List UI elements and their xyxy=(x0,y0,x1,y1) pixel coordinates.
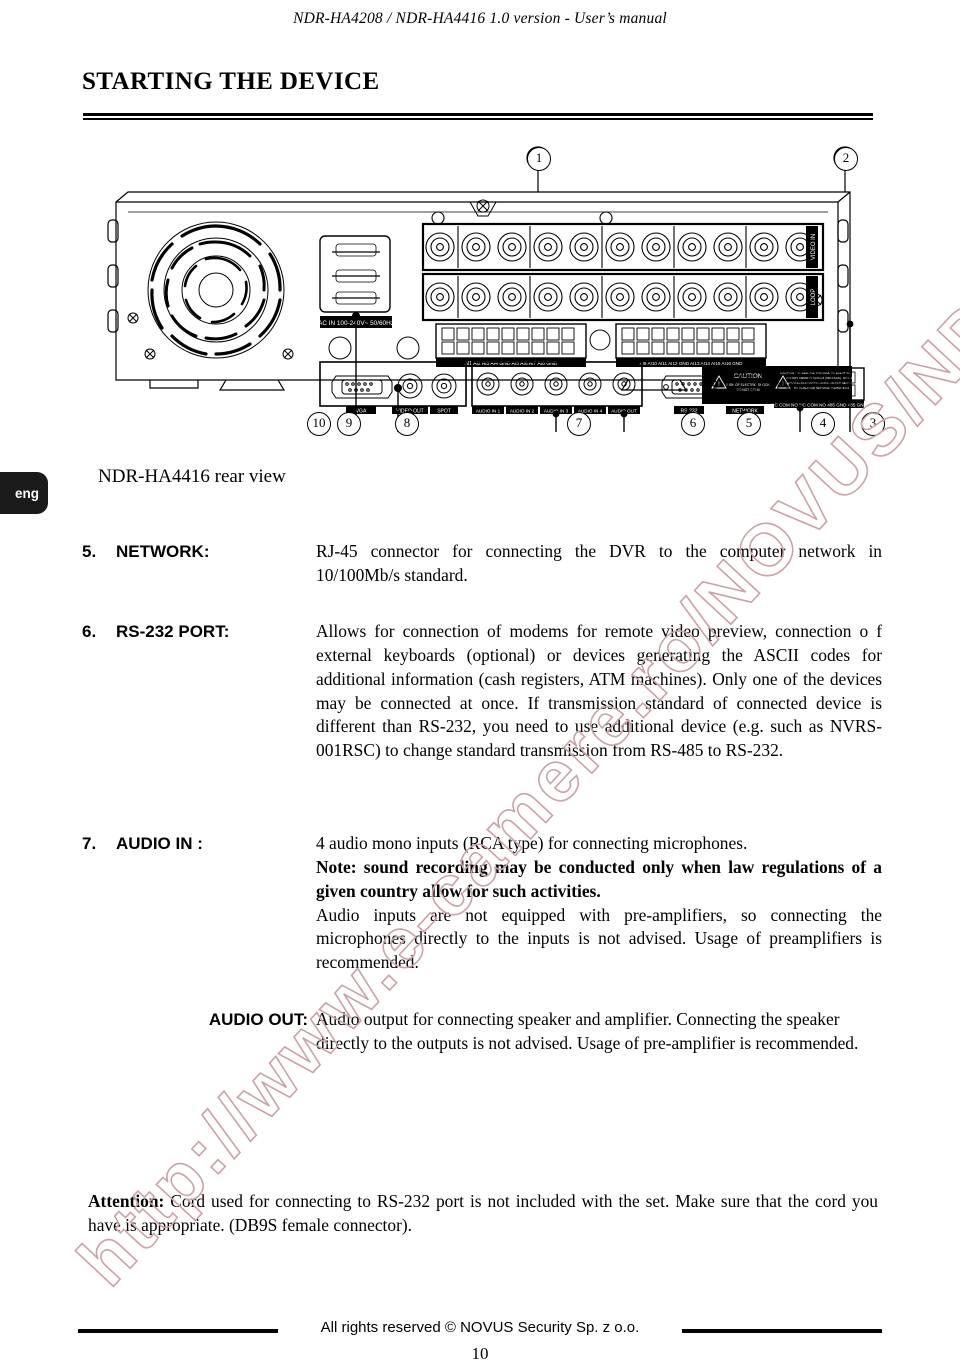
spec-label: AUDIO IN : xyxy=(116,834,203,853)
svg-text:AUDIO IN 2: AUDIO IN 2 xyxy=(510,408,535,413)
running-header: NDR-HA4208 / NDR-HA4416 1.0 version - Us… xyxy=(293,10,667,27)
page-title: STARTING THE DEVICE xyxy=(82,68,380,95)
title-divider xyxy=(83,113,873,120)
spec-paragraph-note: Note: sound recording may be conducted o… xyxy=(316,856,882,901)
spec-paragraph: RJ-45 connector for connecting the DVR t… xyxy=(316,541,882,585)
svg-text:AI9 AI10 AI11 AI12 GND AI13 AI: AI9 AI10 AI11 AI12 GND AI13 AI14 AI15 AI… xyxy=(640,361,744,366)
spec-paragraph: Audio inputs are not equipped with pre-a… xyxy=(316,904,882,973)
spec-label: NETWORK: xyxy=(116,542,210,561)
spec-number: 7. xyxy=(82,834,97,853)
attention-note: Attention: Cord used for connecting to R… xyxy=(88,1190,878,1238)
attention-text: Cord used for connecting to RS-232 port … xyxy=(88,1191,878,1235)
footer-copyright: All rights reserved © NOVUS Security Sp.… xyxy=(320,1319,640,1336)
spec-body: Audio output for connecting speaker and … xyxy=(316,1008,882,1056)
spec-section-audio-out: AUDIO OUT: Audio output for connecting s… xyxy=(82,1008,882,1056)
svg-text:LOOP: LOOP xyxy=(811,289,817,306)
spec-section-audio-in: 7. AUDIO IN : 4 audio mono inputs (RCA t… xyxy=(82,832,882,975)
attention-label: Attention: xyxy=(88,1191,165,1211)
svg-text:RISK OF ELECTRIC SHOCK: RISK OF ELECTRIC SHOCK xyxy=(726,383,770,387)
svg-text:SPOT: SPOT xyxy=(437,408,451,414)
svg-text:AUDIO IN 4: AUDIO IN 4 xyxy=(578,408,603,413)
svg-text:VIDEO IN: VIDEO IN xyxy=(811,234,817,260)
language-tab-eng[interactable]: eng xyxy=(0,472,48,514)
title-rule-thick xyxy=(83,113,873,116)
spec-paragraph: Allows for connection of modems for remo… xyxy=(316,621,882,761)
svg-text:AUDIO IN 1: AUDIO IN 1 xyxy=(476,408,501,413)
spec-body: 4 audio mono inputs (RCA type) for conne… xyxy=(316,832,882,975)
spec-number: 6. xyxy=(82,622,97,641)
spec-number: 5. xyxy=(82,542,97,561)
rear-panel-diagram: AC IN 100-240V~ 50/60Hz VIDEO IN LOOP AI… xyxy=(88,140,878,440)
spec-label: RS-232 PORT: xyxy=(116,622,230,641)
svg-text:NC COM NO NC COM NO 485: NC COM NO NC COM NO 485 GND 485 GND xyxy=(771,402,867,407)
footer-page-number: 10 xyxy=(471,1344,489,1363)
spec-section-rs232: 6. RS-232 PORT: Allows for connection of… xyxy=(82,620,882,763)
spec-label: AUDIO OUT: xyxy=(208,1010,308,1029)
title-rule-thin xyxy=(83,118,873,120)
spec-body: RJ-45 connector for connecting the DVR t… xyxy=(316,540,882,588)
spec-section-network: 5. NETWORK: RJ-45 connector for connecti… xyxy=(82,540,882,588)
svg-text:VGA: VGA xyxy=(356,408,367,414)
spec-body: Allows for connection of modems for remo… xyxy=(316,620,882,763)
spec-paragraph: Audio output for connecting speaker and … xyxy=(316,1009,859,1053)
spec-paragraph: 4 audio mono inputs (RCA type) for conne… xyxy=(316,833,748,853)
diagram-caption: NDR-HA4416 rear view xyxy=(98,466,286,487)
page-footer: All rights reserved © NOVUS Security Sp.… xyxy=(0,1308,960,1363)
